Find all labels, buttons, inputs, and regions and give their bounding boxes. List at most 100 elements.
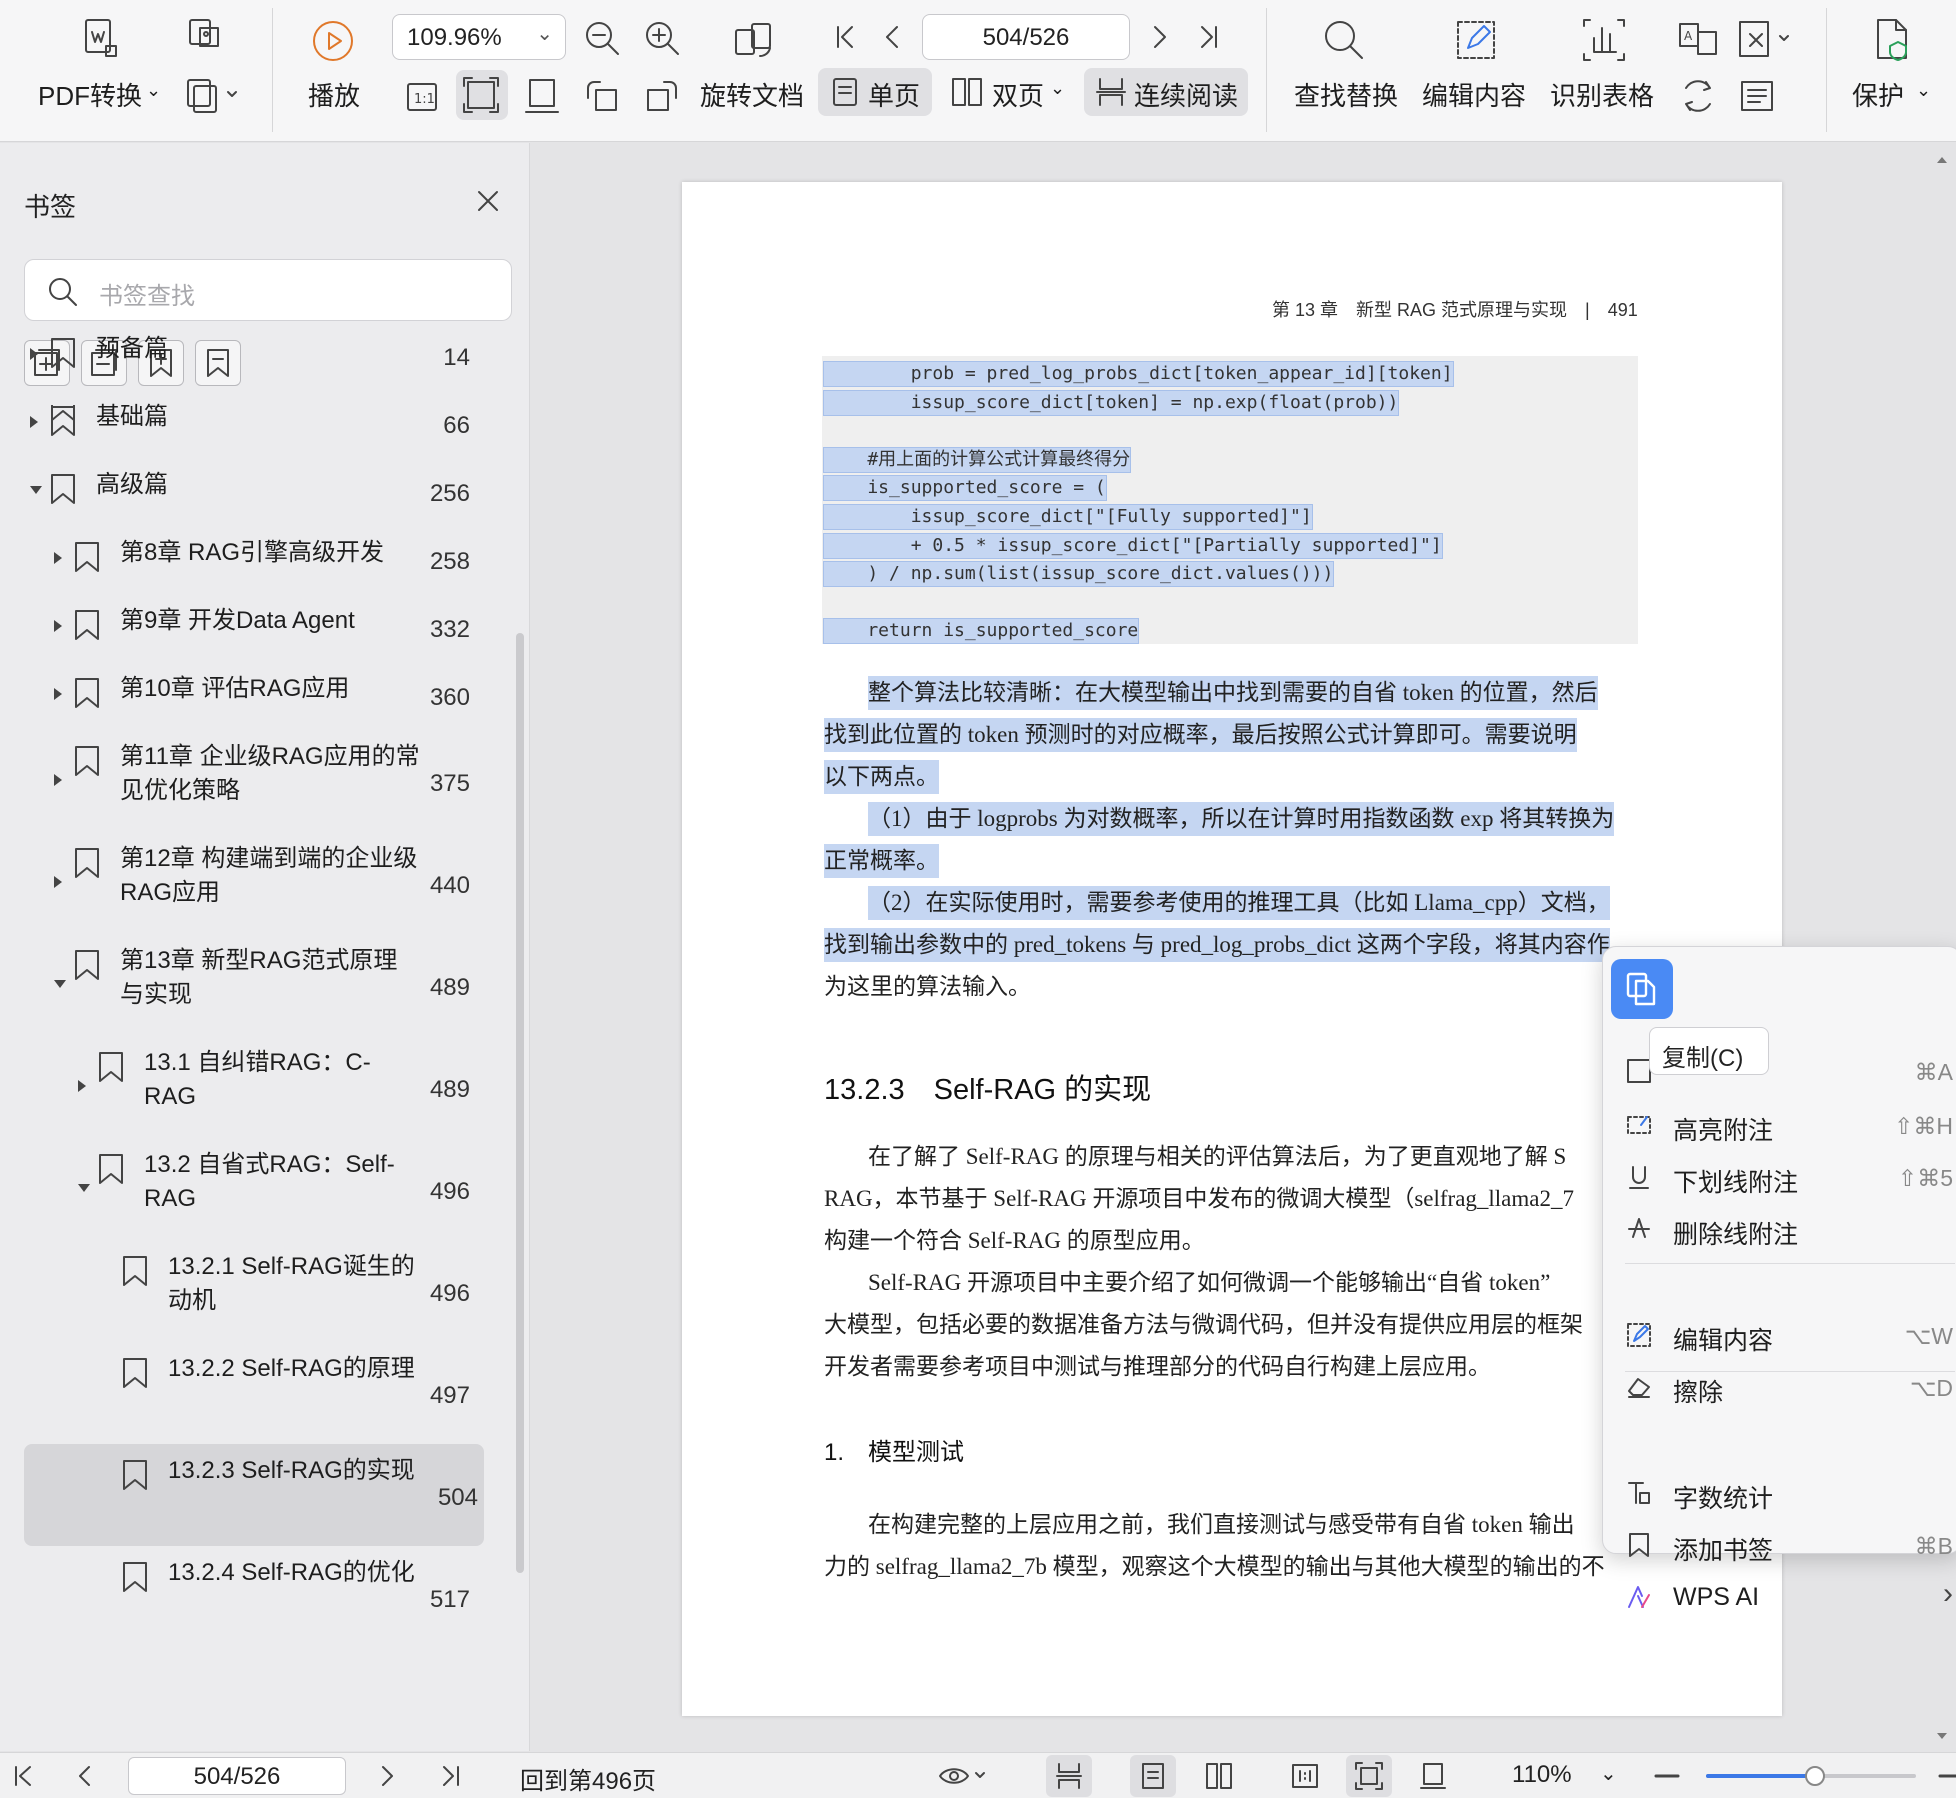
bookmark-item[interactable]: 13.2.3 Self-RAG的实现 504 (24, 1444, 484, 1546)
eye-icon[interactable] (938, 1761, 990, 1791)
expanded-triangle-icon[interactable] (54, 980, 66, 988)
crop-tool-button[interactable] (1736, 18, 1800, 62)
rotate-left-button[interactable] (582, 76, 622, 116)
section-title: 13.2.3 Self-RAG 的实现 (824, 1074, 1152, 1106)
expanded-triangle-icon[interactable] (78, 1184, 90, 1192)
next-page-button[interactable] (1142, 20, 1176, 54)
context-menu: ⌘A 复制(C) 高亮附注 ⇧⌘H 下划线附注 ⇧⌘5 删除线附注 编辑内容 ⌥W 擦除 ⌥D 字… (1602, 946, 1956, 1611)
collapsed-triangle-icon[interactable] (54, 774, 62, 786)
copy-button[interactable] (1611, 959, 1673, 1019)
zoom-value[interactable]: 110% (1512, 1761, 1572, 1789)
fit-page-button[interactable] (456, 70, 508, 120)
zoom-slider[interactable] (1706, 1766, 1916, 1786)
collapsed-triangle-icon[interactable] (30, 348, 38, 360)
context-menu-item[interactable]: 删除线附注 (1603, 1205, 1956, 1253)
back-to-page-link[interactable]: 回到第496页 (520, 1761, 656, 1796)
bookmark-page-number: 360 (429, 684, 470, 711)
bookmark-item[interactable]: 第11章 企业级RAG应用的常见优化策略 375 (0, 730, 500, 832)
bottom-page-input[interactable]: 504/526 (128, 1757, 346, 1795)
zoom-out-button[interactable] (582, 18, 622, 58)
bookmark-label: 第8章 RAG引擎高级开发 (120, 539, 385, 566)
collapsed-triangle-icon[interactable] (54, 688, 62, 700)
double-page-icon[interactable] (1204, 1761, 1234, 1791)
bookmark-item[interactable]: 13.2.1 Self-RAG诞生的动机 496 (0, 1240, 500, 1342)
pdf-convert-button[interactable]: PDF转换 ⌄ (30, 14, 170, 114)
actual-size-icon[interactable] (1290, 1761, 1320, 1791)
bookmark-item[interactable]: 第9章 开发Data Agent 332 (0, 594, 500, 662)
zoom-in-button[interactable] (642, 18, 682, 58)
context-menu-item[interactable]: WPS AI › (1603, 1573, 1956, 1621)
rotate-left-icon (587, 81, 617, 111)
first-page-button[interactable] (828, 20, 862, 54)
zoom-in-icon[interactable] (1936, 1761, 1956, 1791)
context-menu-item[interactable]: 编辑内容 ⌥W (1603, 1311, 1956, 1359)
bookmark-item[interactable]: 第12章 构建端到端的企业级RAG应用 440 (0, 832, 500, 934)
actual-size-button[interactable]: 1:1 (402, 76, 442, 116)
continuous-read-button[interactable]: 连续阅读 (1084, 68, 1248, 116)
bookmark-item[interactable]: 13.2 自省式RAG：Self-RAG 496 (0, 1138, 500, 1240)
scroll-up-icon[interactable] (1932, 150, 1952, 170)
fit-page-mode-button[interactable] (1346, 1755, 1392, 1797)
rotate-doc-label: 旋转文档 (700, 81, 805, 111)
double-page-label: 双页 (992, 81, 1045, 111)
wps-ai-icon (1628, 1586, 1650, 1608)
collapsed-triangle-icon[interactable] (54, 552, 62, 564)
find-replace-button[interactable]: 查找替换 (1290, 14, 1400, 114)
single-page-button[interactable]: 单页 (818, 68, 932, 116)
bookmark-item[interactable]: 第8章 RAG引擎高级开发 258 (0, 526, 500, 594)
first-page-icon[interactable] (8, 1761, 38, 1791)
context-menu-item[interactable]: 高亮附注 ⇧⌘H (1603, 1101, 1956, 1149)
bookmark-search-input[interactable]: 书签查找 (24, 259, 512, 321)
last-page-icon[interactable] (436, 1761, 466, 1791)
bookmark-item[interactable]: 第10章 评估RAG应用 360 (0, 662, 500, 730)
sidebar-scrollbar[interactable] (516, 633, 524, 1573)
bookmark-item[interactable]: 13.2.4 Self-RAG的优化 517 (0, 1546, 500, 1648)
expanded-triangle-icon[interactable] (30, 486, 42, 494)
continuous-mode-button[interactable] (1046, 1755, 1092, 1797)
convert-tool-button[interactable] (184, 14, 240, 64)
zoom-out-icon[interactable] (1652, 1761, 1682, 1791)
toolbar-divider (272, 8, 273, 132)
close-icon[interactable] (474, 187, 502, 215)
fit-width-icon[interactable] (1418, 1761, 1448, 1791)
chevron-down-icon[interactable]: ⌄ (1600, 1761, 1617, 1786)
collapsed-triangle-icon[interactable] (54, 876, 62, 888)
collapsed-triangle-icon[interactable] (30, 416, 38, 428)
convert-text-button[interactable] (1676, 74, 1720, 118)
bookmark-item[interactable]: 13.1 自纠错RAG：C-RAG 489 (0, 1036, 500, 1138)
prev-page-icon[interactable] (70, 1761, 100, 1791)
bookmark-item[interactable]: 13.2.2 Self-RAG的原理 497 (0, 1342, 500, 1444)
zoom-select[interactable]: 109.96% ⌄ (392, 14, 566, 60)
bookmark-item[interactable]: 第13章 新型RAG范式原理与实现 489 (0, 934, 500, 1036)
bookmark-item[interactable]: 高级篇 256 (0, 458, 500, 526)
collapsed-triangle-icon[interactable] (54, 620, 62, 632)
single-page-mode-button[interactable] (1130, 1755, 1176, 1797)
bookmark-page-number: 14 (443, 344, 470, 371)
sidebar-title: 书签 (24, 192, 77, 222)
translate-button[interactable]: A (1676, 18, 1720, 62)
context-menu-item[interactable]: 字数统计 (1603, 1469, 1956, 1517)
context-menu-item[interactable]: 添加书签 ⌘B (1603, 1521, 1956, 1569)
context-menu-item[interactable]: 下划线附注 ⇧⌘5 (1603, 1153, 1956, 1201)
fit-width-button[interactable] (522, 76, 562, 116)
page-number-input[interactable]: 504/526 (922, 14, 1130, 60)
compare-button[interactable] (1736, 74, 1780, 118)
collapsed-triangle-icon[interactable] (78, 1080, 86, 1092)
prev-page-button[interactable] (876, 20, 910, 54)
next-page-icon[interactable] (372, 1761, 402, 1791)
protect-button[interactable]: 保护 ⌄ (1852, 14, 1942, 114)
double-page-button[interactable]: 双页 ⌄ (946, 68, 1070, 116)
last-page-button[interactable] (1192, 20, 1226, 54)
bookmark-item[interactable]: 预备篇 14 (0, 322, 500, 390)
edit-content-button[interactable]: 编辑内容 (1420, 14, 1530, 114)
bookmark-item[interactable]: 基础篇 66 (0, 390, 500, 458)
rotate-right-button[interactable] (642, 76, 682, 116)
code-line: is_supported_score = ( (823, 475, 1107, 502)
continuous-read-icon (1056, 1763, 1082, 1789)
recognize-table-button[interactable]: 识别表格 (1548, 14, 1658, 114)
export-button[interactable] (184, 74, 250, 118)
play-button[interactable]: 播放 (300, 14, 370, 114)
scroll-down-icon[interactable] (1932, 1726, 1952, 1746)
rotate-doc-button[interactable]: 旋转文档 (700, 14, 810, 114)
zoom-slider-thumb[interactable] (1805, 1766, 1826, 1786)
